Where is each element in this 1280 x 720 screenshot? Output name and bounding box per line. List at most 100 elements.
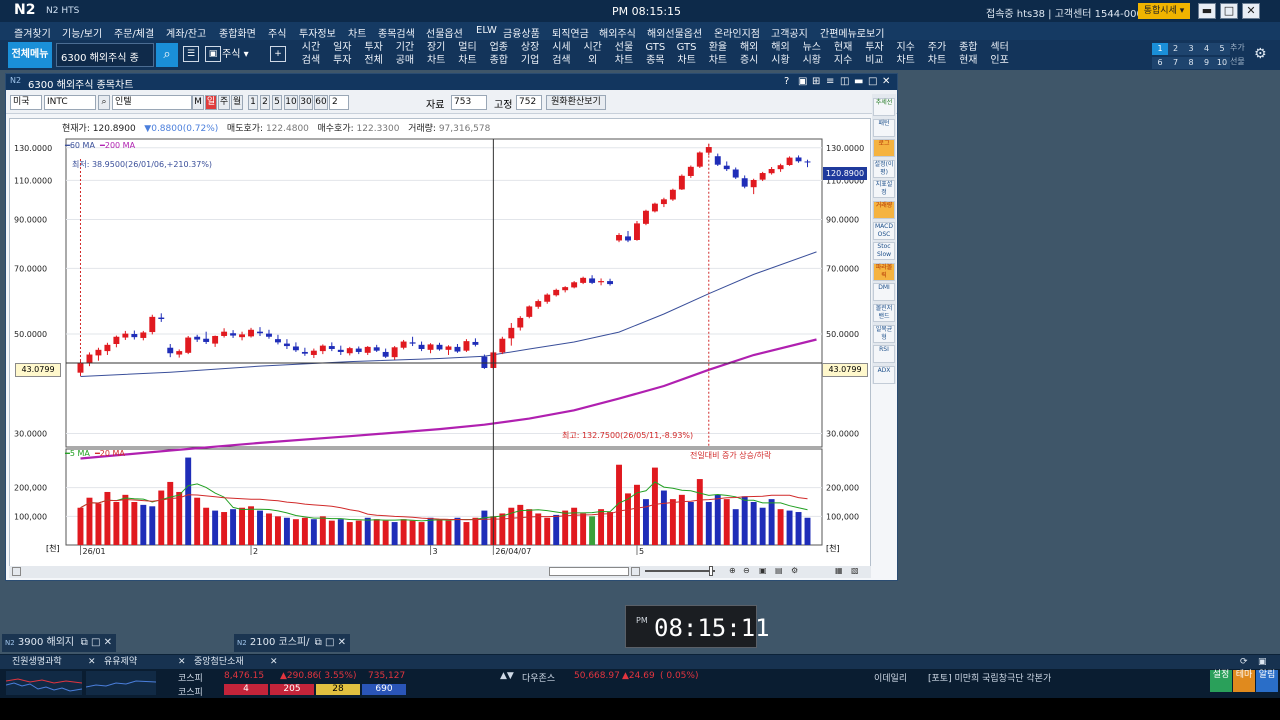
add-screen-icon[interactable]: + xyxy=(270,46,286,62)
screen-number-2[interactable]: 2 xyxy=(1167,43,1184,55)
menu-elw[interactable]: ELW xyxy=(476,25,497,36)
quick-menu-item[interactable]: 투자 비교 xyxy=(859,41,889,67)
period-button-1[interactable]: 1 xyxy=(248,95,258,110)
indicator-13[interactable]: ADX xyxy=(873,365,895,384)
indicator-2[interactable]: 로그 xyxy=(873,139,895,158)
quick-menu-item[interactable]: 시간 외 xyxy=(578,41,608,67)
menu-online[interactable]: 온라인지점 xyxy=(714,25,760,40)
quick-menu-item[interactable]: GTS 차트 xyxy=(672,41,702,67)
bottom-tab-0[interactable]: 진원생명과학 xyxy=(12,655,62,669)
quick-menu-item[interactable]: 뉴스 시황 xyxy=(797,41,827,67)
quick-menu-item[interactable]: 시세 검색 xyxy=(546,41,576,67)
chart-window-titlebar[interactable]: N2 6300 해외주식 종목차트 ? ▣ ⊞ ≡ ◫ ▬ □ ✕ xyxy=(6,74,897,91)
help-icon[interactable]: ? xyxy=(784,76,789,87)
menu-products[interactable]: 금융상품 xyxy=(503,25,540,40)
period-button-month[interactable]: 월 xyxy=(231,95,243,110)
menu-view[interactable]: 기능/보기 xyxy=(62,25,102,40)
integrated-quote-button[interactable]: 통합시세 ▾ xyxy=(1138,3,1190,19)
minimize-icon[interactable]: ▬ xyxy=(1198,3,1216,19)
indicator-9[interactable]: DMI xyxy=(873,283,895,302)
image-icon[interactable]: ▧ xyxy=(851,566,859,575)
period-button-5[interactable]: 5 xyxy=(272,95,282,110)
quick-menu-item[interactable]: 시간 검색 xyxy=(296,41,326,67)
screen-list-icon[interactable]: ☰ xyxy=(183,46,199,62)
quick-menu-item[interactable]: 지수 차트 xyxy=(891,41,921,67)
data-count-select[interactable]: 753 xyxy=(451,95,487,110)
menu-notice[interactable]: 고객공지 xyxy=(771,25,808,40)
menu-overseas-futures[interactable]: 해외선물옵션 xyxy=(647,25,702,40)
quick-menu-item[interactable]: 해외 시황 xyxy=(766,41,796,67)
screen-number-3[interactable]: 3 xyxy=(1183,43,1199,55)
scroll-left-icon[interactable] xyxy=(12,567,21,576)
all-menu-button[interactable]: 전체메뉴 xyxy=(8,42,52,68)
window-list-icon[interactable]: ≡ xyxy=(826,76,834,87)
menu-search[interactable]: 종목검색 xyxy=(378,25,415,40)
menu-favorites[interactable]: 즐겨찾기 xyxy=(14,25,51,40)
fx-convert-button[interactable]: 원화환산보기 xyxy=(546,95,606,110)
quick-menu-item[interactable]: 기간 공매 xyxy=(390,41,420,67)
period-button-10[interactable]: 10 xyxy=(284,95,298,110)
quick-menu-item[interactable]: 종합 현재 xyxy=(953,41,983,67)
indicator-12[interactable]: RSI xyxy=(873,345,895,364)
quick-menu-item[interactable]: GTS 종목 xyxy=(640,41,670,67)
menu-chart[interactable]: 차트 xyxy=(348,25,366,40)
menu-account[interactable]: 계좌/잔고 xyxy=(166,25,206,40)
indicator-3[interactable]: 설정(이평) xyxy=(873,159,895,178)
indicator-8[interactable]: 파라볼릭 xyxy=(873,262,895,281)
window-close-icon[interactable]: ✕ xyxy=(882,76,890,87)
close-icon[interactable]: ✕ xyxy=(1242,3,1260,19)
indicator-0[interactable]: 추세선 xyxy=(873,98,895,116)
screen-select[interactable]: 6300 해외주식 종 xyxy=(56,43,154,67)
indicator-1[interactable]: 패턴 xyxy=(873,118,895,137)
zoom-slider-thumb[interactable] xyxy=(709,566,713,576)
screen-save-icon[interactable]: ▣ xyxy=(205,46,221,62)
save-icon[interactable]: ▦ xyxy=(835,566,843,575)
news-headline[interactable]: [포토] 미만희 국립창극단 각본가 xyxy=(928,671,1051,684)
menu-overseas-stock[interactable]: 해외주식 xyxy=(599,25,636,40)
bottom-refresh-icon[interactable]: ⟳ xyxy=(1240,655,1248,669)
stock-type-select[interactable]: 주식 ▾ xyxy=(222,45,262,65)
window-restore-icon[interactable]: □ xyxy=(868,76,877,87)
theme-button[interactable]: 테마 xyxy=(1233,670,1255,692)
quick-menu-item[interactable]: 해외 증시 xyxy=(734,41,764,67)
quick-menu-item[interactable]: 섹터 인포 xyxy=(985,41,1015,67)
quick-menu-item[interactable]: 환율 차트 xyxy=(703,41,733,67)
chart-area[interactable]: 130.0000 130.0000 110.0000 110.0000 90.0000 9… xyxy=(9,118,871,573)
mini-window-controls-icon[interactable]: ⧉ □ ✕ xyxy=(81,634,116,652)
quick-menu-item[interactable]: 일자 투자 xyxy=(327,41,357,67)
fixed-count-input[interactable]: 752 xyxy=(516,95,542,110)
quick-menu-item[interactable]: 업종 종합 xyxy=(484,41,514,67)
market-select[interactable]: 미국 xyxy=(10,95,42,110)
indicator-4[interactable]: 지표설정 xyxy=(873,180,895,199)
symbol-input[interactable]: INTC xyxy=(44,95,96,110)
window-minimize-icon[interactable]: ▬ xyxy=(854,76,863,87)
zoom-slider[interactable] xyxy=(645,570,715,572)
search-icon[interactable]: ⌕ xyxy=(156,43,178,67)
indicator-10[interactable]: 볼린저밴드 xyxy=(873,304,895,322)
chart-svg[interactable]: 130.0000130.0000110.0000110.000090.00009… xyxy=(10,119,872,574)
symbol-search-icon[interactable]: ⌕ xyxy=(98,95,110,110)
period-button-m[interactable]: M xyxy=(192,95,204,110)
pin-icon[interactable]: ◫ xyxy=(840,76,849,87)
period-button-60[interactable]: 60 xyxy=(314,95,328,110)
menu-order[interactable]: 주문/체결 xyxy=(114,25,154,40)
period-button-week[interactable]: 주 xyxy=(218,95,230,110)
alert-button[interactable]: 알림 xyxy=(1256,670,1278,692)
screen-number-9[interactable]: 9 xyxy=(1198,57,1215,69)
reset-icon[interactable]: ▣ xyxy=(759,566,767,575)
floating-clock[interactable]: PM 08:15:11 xyxy=(625,605,770,648)
indicator-6[interactable]: MACD OSC xyxy=(873,221,895,240)
screen-number-7[interactable]: 7 xyxy=(1167,57,1184,69)
quick-menu-item[interactable]: 선물 차트 xyxy=(609,41,639,67)
bottom-tab-1[interactable]: 유유제약 xyxy=(104,655,137,669)
zoom-out-icon[interactable]: ⊖ xyxy=(743,566,750,575)
period-button-2[interactable]: 2 xyxy=(260,95,270,110)
indicator-5[interactable]: 거래량 xyxy=(873,201,895,219)
side-top-label[interactable]: 추가 xyxy=(1230,42,1252,53)
tab-close-icon[interactable]: ✕ xyxy=(88,655,96,669)
menu-overview[interactable]: 종합화면 xyxy=(219,25,256,40)
period-button-day[interactable]: 일 xyxy=(205,95,217,110)
print-icon[interactable]: ▤ xyxy=(775,566,783,575)
menu-simple[interactable]: 간편메뉴로보기 xyxy=(820,25,884,40)
indicator-7[interactable]: Stoc Slow xyxy=(873,242,895,261)
